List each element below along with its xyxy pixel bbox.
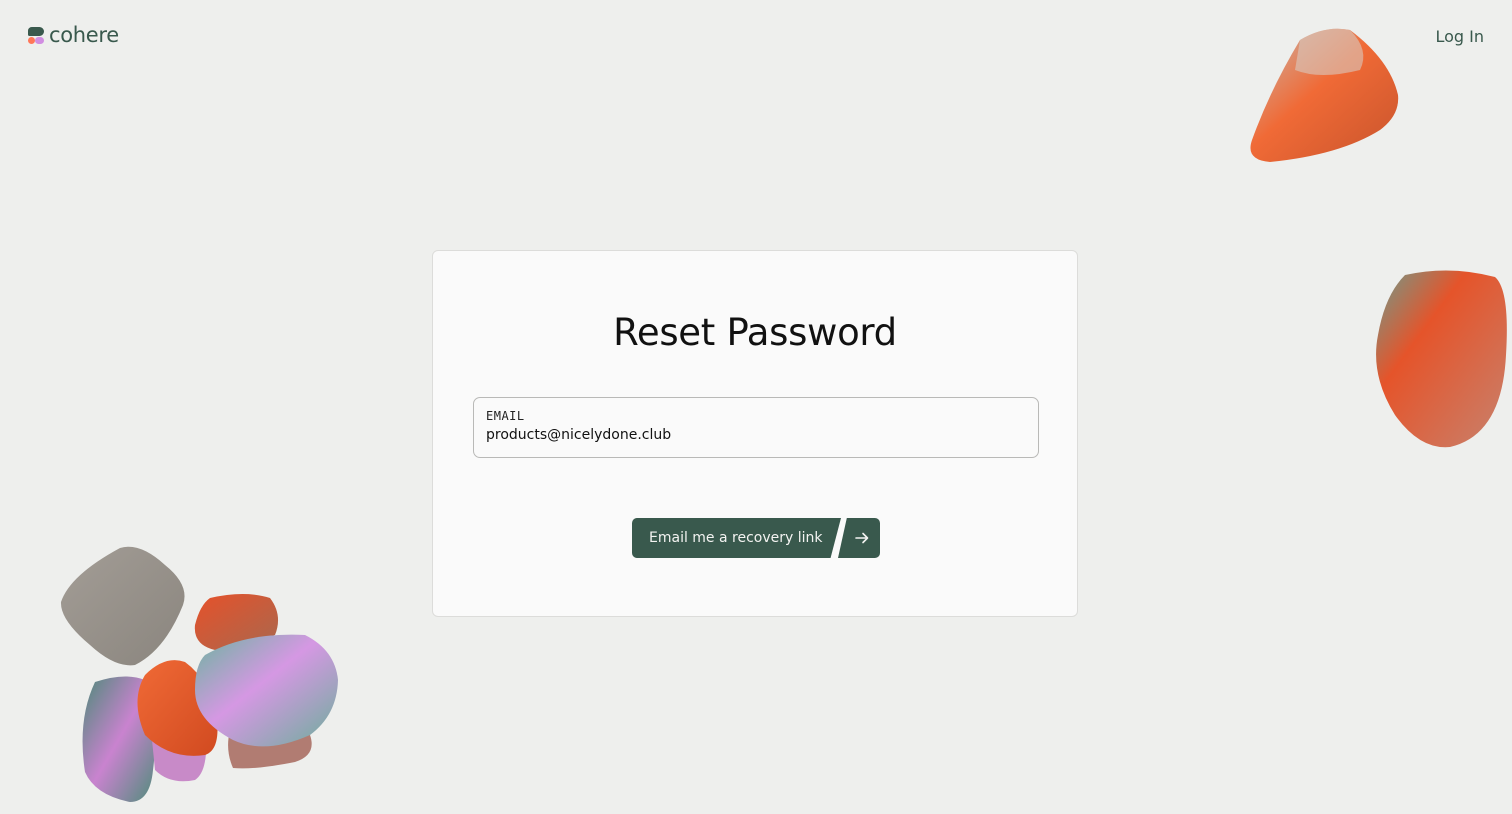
reset-password-page: cohere Log In Reset Password EMAIL produ… xyxy=(0,0,1512,814)
reset-password-card: Reset Password EMAIL Email me a recovery… xyxy=(432,250,1078,617)
page-title: Reset Password xyxy=(613,311,897,354)
recovery-link-button-label[interactable]: Email me a recovery link xyxy=(632,518,841,558)
cohere-logo-icon xyxy=(28,26,45,45)
email-input[interactable] xyxy=(486,427,1026,443)
decorative-shapes-cluster xyxy=(60,546,338,802)
login-link[interactable]: Log In xyxy=(1435,27,1484,46)
brand-name: cohere xyxy=(49,23,119,47)
decorative-shape-right xyxy=(1376,270,1507,448)
decorative-shape-top-right xyxy=(1250,28,1399,162)
arrow-right-icon[interactable] xyxy=(838,518,880,558)
recovery-link-button[interactable]: Email me a recovery link xyxy=(632,518,880,558)
cohere-logo[interactable]: cohere xyxy=(28,25,119,46)
email-field[interactable]: EMAIL xyxy=(473,397,1039,458)
email-field-label: EMAIL xyxy=(486,409,525,423)
